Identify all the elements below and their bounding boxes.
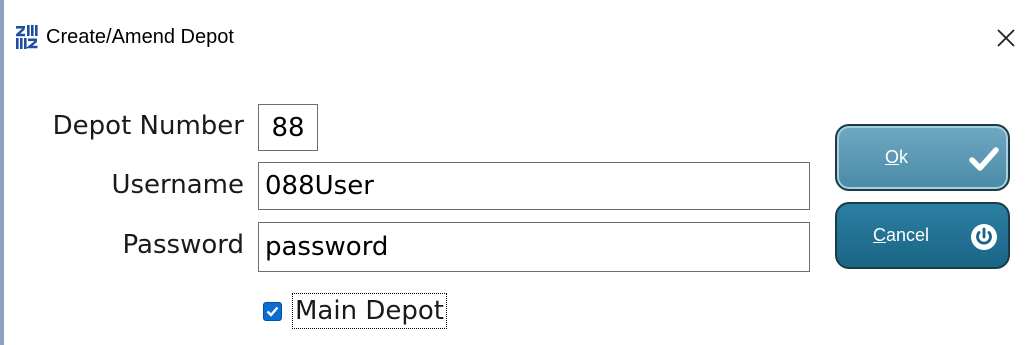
checkbox-check-icon (266, 306, 279, 317)
cancel-mnemonic: C (873, 225, 886, 245)
depot-number-input[interactable] (258, 104, 318, 151)
cancel-button-label: Cancel (873, 225, 929, 246)
username-input[interactable] (258, 162, 810, 210)
username-label: Username (111, 170, 244, 200)
ok-label-rest: k (899, 147, 909, 167)
main-depot-label: Main Depot (292, 293, 447, 329)
close-icon[interactable] (986, 18, 1026, 58)
window-title: Create/Amend Depot (46, 26, 234, 48)
ok-button-label: Ok (885, 147, 908, 168)
password-label: Password (122, 230, 244, 260)
cancel-label-rest: ancel (886, 225, 930, 245)
main-depot-checkbox-row[interactable]: Main Depot (263, 293, 447, 329)
ok-button[interactable]: Ok (835, 124, 1010, 191)
password-input[interactable] (258, 222, 810, 272)
app-icon (16, 25, 38, 49)
depot-number-label: Depot Number (52, 111, 244, 141)
title-bar[interactable]: Create/Amend Depot (4, 0, 1028, 78)
ok-mnemonic: O (885, 147, 900, 167)
cancel-button[interactable]: Cancel (835, 202, 1010, 269)
main-depot-checkbox[interactable] (263, 301, 282, 321)
power-icon (971, 224, 997, 250)
checkmark-icon (969, 147, 999, 171)
